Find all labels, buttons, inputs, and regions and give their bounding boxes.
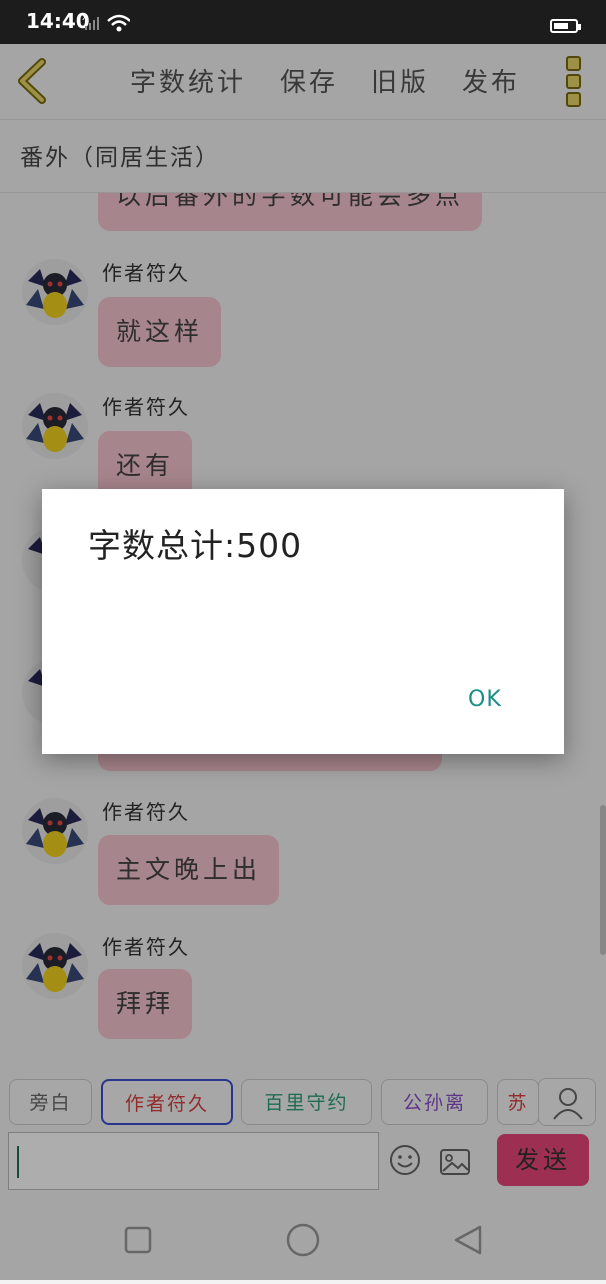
- signal-wifi-icon: x: [82, 12, 131, 38]
- svg-text:x: x: [82, 13, 88, 23]
- ok-button[interactable]: OK: [468, 687, 502, 712]
- battery-icon: [550, 19, 581, 33]
- word-count-dialog: 字数总计:500 OK: [42, 489, 564, 754]
- status-time: 14:40: [26, 9, 90, 33]
- status-bar: 14:40 x: [0, 0, 606, 44]
- dialog-message: 字数总计:500: [88, 526, 303, 565]
